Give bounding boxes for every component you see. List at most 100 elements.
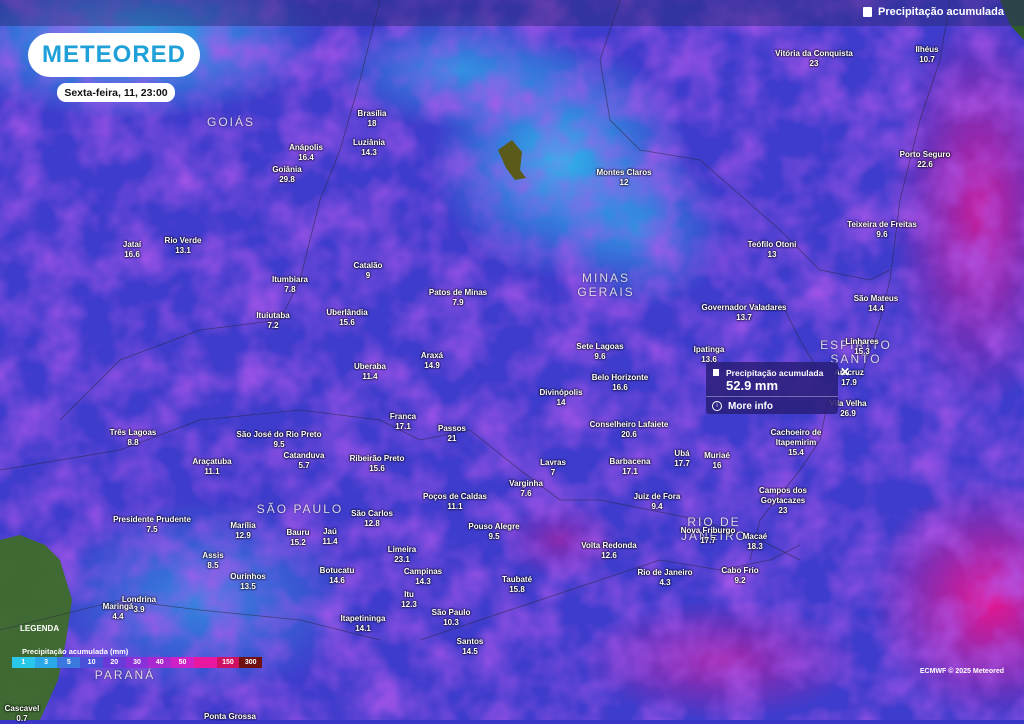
city-precipitation-value: 18 <box>367 119 377 128</box>
meteored-logo[interactable]: METEORED <box>28 33 200 77</box>
city-label[interactable]: Nova Friburgo 17.7 <box>681 526 736 546</box>
city-label[interactable]: São Mateus 14.4 <box>854 294 898 314</box>
city-label[interactable]: Vitória da Conquista 23 <box>775 49 853 69</box>
city-label[interactable]: Uberlândia 15.6 <box>326 308 367 328</box>
city-label[interactable]: Franca 17.1 <box>390 412 416 432</box>
city-precipitation-value: 10.7 <box>919 55 935 64</box>
legend[interactable]: LEGENDA Precipitação acumulada (mm) 1351… <box>12 620 263 670</box>
city-label[interactable]: Cabo Frio 9.2 <box>721 566 758 586</box>
city-label[interactable]: Itapetininga 14.1 <box>341 614 386 634</box>
city-label[interactable]: Rio de Janeiro 4.3 <box>637 568 692 588</box>
city-label[interactable]: Itumbiara 7.8 <box>272 275 308 295</box>
city-label[interactable]: Botucatu 14.6 <box>320 566 355 586</box>
city-label[interactable]: Porto Seguro 22.6 <box>900 150 951 170</box>
city-label[interactable]: Lavras 7 <box>540 458 566 478</box>
city-name: Cachoeiro de Itapemirim <box>770 428 822 447</box>
city-label[interactable]: São José do Rio Preto 9.5 <box>237 430 322 450</box>
city-label[interactable]: Ourinhos 13.5 <box>230 572 266 592</box>
city-name: São Mateus <box>853 294 899 303</box>
city-precipitation-value: 8.5 <box>207 561 219 570</box>
city-name: Ilhéus <box>915 45 939 54</box>
city-label[interactable]: Passos 21 <box>438 424 466 444</box>
city-label[interactable]: Três Lagoas 8.8 <box>110 428 157 448</box>
city-label[interactable]: Brasília 18 <box>358 109 387 129</box>
forecast-date[interactable]: Sexta-feira, 11, 23:00 <box>57 83 175 102</box>
city-precipitation-value: 12.8 <box>364 519 380 528</box>
city-label[interactable]: Volta Redonda 12.6 <box>581 541 636 561</box>
city-label[interactable]: Bauru 15.2 <box>286 528 309 548</box>
city-label[interactable]: Jaú 11.4 <box>322 527 337 547</box>
layer-title[interactable]: Precipitação acumulada <box>863 6 1004 18</box>
city-precipitation-value: 23.1 <box>394 555 410 564</box>
city-label[interactable]: Montes Claros 12 <box>596 168 651 188</box>
city-label[interactable]: Jataí 16.6 <box>123 240 141 260</box>
city-label[interactable]: Presidente Prudente 7.5 <box>113 515 191 535</box>
city-label[interactable]: Conselheiro Lafaiete 20.6 <box>590 420 669 440</box>
city-name: Ubá <box>674 449 690 458</box>
city-label[interactable]: Teixeira de Freitas 9.6 <box>847 220 917 240</box>
city-label[interactable]: Araxá 14.9 <box>421 351 443 371</box>
city-label[interactable]: Varginha 7.6 <box>509 479 543 499</box>
city-label[interactable]: Teófilo Otoni 13 <box>748 240 797 260</box>
city-precipitation-value: 8.8 <box>127 438 139 447</box>
city-label[interactable]: Belo Horizonte 16.6 <box>592 373 648 393</box>
city-label[interactable]: Ribeirão Preto 15.6 <box>350 454 405 474</box>
city-label[interactable]: Linhares 15.3 <box>845 337 878 357</box>
city-precipitation-value: 18.3 <box>747 542 763 551</box>
city-label[interactable]: Itu 12.3 <box>401 590 417 610</box>
city-label[interactable]: Assis 8.5 <box>202 551 223 571</box>
city-precipitation-value: 10.3 <box>443 618 459 627</box>
city-label[interactable]: Santos 14.5 <box>457 637 484 657</box>
city-label[interactable]: Sete Lagoas 9.6 <box>576 342 623 362</box>
city-label[interactable]: São Carlos 12.8 <box>351 509 393 529</box>
city-precipitation-value: 14.9 <box>424 361 440 370</box>
city-label[interactable]: Marília 12.9 <box>230 521 255 541</box>
city-label[interactable]: São Paulo 10.3 <box>432 608 471 628</box>
city-name: Pouso Alegre <box>468 522 520 531</box>
city-precipitation-value: 7.2 <box>267 321 279 330</box>
close-icon[interactable]: ✕ <box>840 365 850 379</box>
city-label[interactable]: Campinas 14.3 <box>404 567 442 587</box>
city-label[interactable]: Juiz de Fora 9.4 <box>634 492 681 512</box>
city-label[interactable]: Catanduva 5.7 <box>284 451 325 471</box>
city-label[interactable]: Luziânia 14.3 <box>353 138 385 158</box>
city-label[interactable]: Ponta Grossa <box>204 712 256 722</box>
city-label[interactable]: Ilhéus 10.7 <box>915 45 938 65</box>
city-label[interactable]: Patos de Minas 7.9 <box>429 288 487 308</box>
info-icon: i <box>712 401 722 411</box>
city-label[interactable]: Cascavel 0.7 <box>5 704 40 724</box>
city-label[interactable]: Ubá 17.7 <box>674 449 690 469</box>
city-label[interactable]: Cachoeiro de Itapemirim 15.4 <box>771 428 822 458</box>
city-label[interactable]: Taubaté 15.8 <box>502 575 532 595</box>
city-name: Porto Seguro <box>899 150 951 159</box>
city-name: Ourinhos <box>230 572 266 581</box>
city-precipitation-value: 14.6 <box>329 576 345 585</box>
city-name: Varginha <box>509 479 543 488</box>
city-name: São José do Rio Preto <box>236 430 322 439</box>
info-popup[interactable]: Precipitação acumulada 52.9 mm ✕ i More … <box>706 362 850 415</box>
city-label[interactable]: Ituiutaba 7.2 <box>256 311 289 331</box>
city-label[interactable]: Araçatuba 11.1 <box>192 457 231 477</box>
city-label[interactable]: Barbacena 17.1 <box>610 457 651 477</box>
more-info-link[interactable]: i More info <box>706 396 838 415</box>
city-name: Macaé <box>742 532 768 541</box>
city-label[interactable]: Rio Verde 13.1 <box>165 236 202 256</box>
city-label[interactable]: Campos dos Goytacazes 23 <box>759 486 807 516</box>
city-label[interactable]: Maringá 4.4 <box>103 602 134 622</box>
city-name: Montes Claros <box>596 168 652 177</box>
city-label[interactable]: Anápolis 16.4 <box>289 143 323 163</box>
city-label[interactable]: Pouso Alegre 9.5 <box>468 522 519 542</box>
city-label[interactable]: Poços de Caldas 11.1 <box>423 492 487 512</box>
city-label[interactable]: Governador Valadares 13.7 <box>702 303 787 323</box>
city-label[interactable]: Goiânia 29.8 <box>272 165 301 185</box>
city-label[interactable]: Muriaé 16 <box>704 451 730 471</box>
city-label[interactable]: Macaé 18.3 <box>743 532 767 552</box>
city-name: Ipatinga <box>693 345 725 354</box>
city-name: Taubaté <box>501 575 533 584</box>
city-label[interactable]: Catalão 9 <box>354 261 383 281</box>
city-label[interactable]: Limeira 23.1 <box>388 545 416 565</box>
city-label[interactable]: Divinópolis 14 <box>539 388 582 408</box>
city-label[interactable]: Uberaba 11.4 <box>354 362 386 382</box>
city-precipitation-value: 0.7 <box>16 714 28 723</box>
city-precipitation-value: 29.8 <box>279 175 295 184</box>
